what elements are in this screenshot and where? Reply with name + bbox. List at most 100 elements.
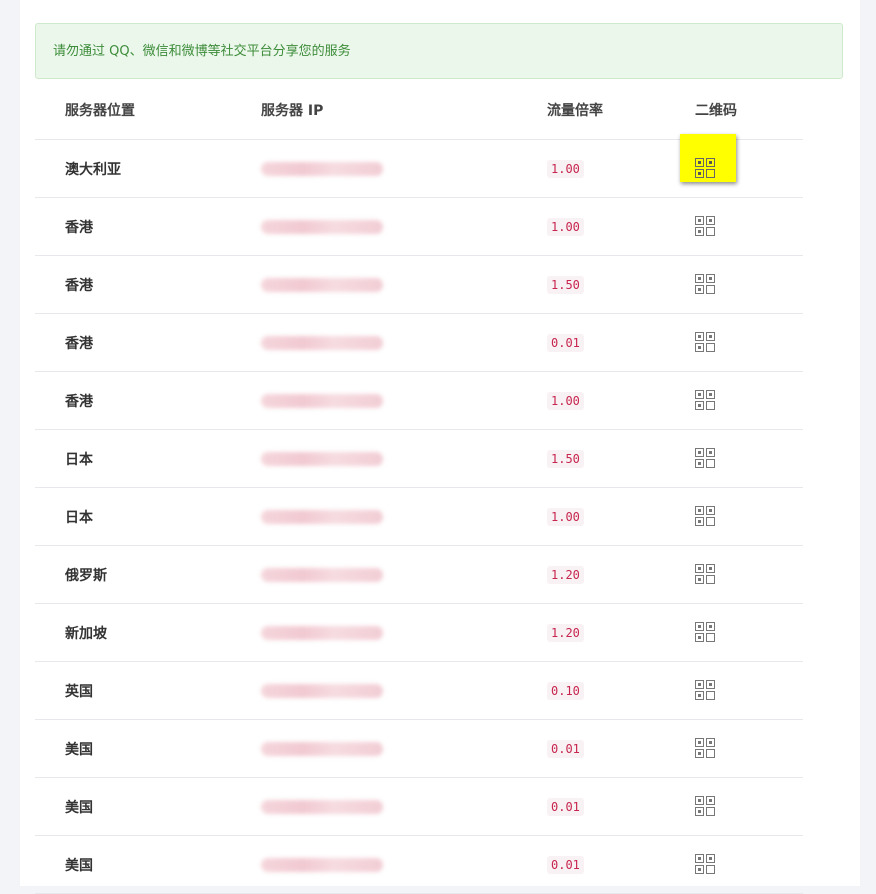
qrcode-icon: [695, 853, 717, 876]
qr-button[interactable]: [695, 621, 717, 644]
server-ip-redacted: [261, 451, 383, 466]
server-ip-redacted: [261, 625, 383, 640]
traffic-rate-cell: 1.00: [547, 372, 584, 429]
qr-button[interactable]: [695, 737, 717, 760]
qr-button[interactable]: [695, 505, 717, 528]
traffic-rate: 0.01: [547, 797, 584, 816]
server-ip-redacted: [261, 857, 383, 872]
qr-cell: [695, 256, 717, 313]
traffic-rate-cell: 1.20: [547, 604, 584, 661]
traffic-rate-cell: 1.00: [547, 140, 584, 197]
qrcode-icon: [695, 679, 717, 702]
qr-cell: [695, 488, 717, 545]
server-location: 香港: [65, 277, 93, 294]
traffic-rate: 0.01: [547, 855, 584, 874]
qrcode-icon: [695, 215, 717, 238]
server-location: 香港: [65, 219, 93, 236]
server-location: 澳大利亚: [65, 161, 121, 178]
traffic-rate-cell: 1.00: [547, 198, 584, 255]
traffic-rate: 1.00: [547, 217, 584, 236]
server-ip-redacted: [261, 393, 383, 408]
table-row: 香港 1.00: [35, 372, 803, 430]
qr-cell: [695, 198, 717, 255]
server-ip-redacted: [261, 567, 383, 582]
traffic-rate: 0.01: [547, 333, 584, 352]
server-ip: [261, 430, 383, 487]
qr-cell: [695, 720, 717, 777]
server-ip: [261, 372, 383, 429]
server-table: 服务器位置 服务器 IP 流量倍率 二维码 澳大利亚 1.00 香港 1.00 香港 1.…: [35, 80, 803, 894]
traffic-rate: 1.00: [547, 507, 584, 526]
qrcode-icon: [695, 563, 717, 586]
qr-button[interactable]: [695, 795, 717, 818]
server-location: 美国: [65, 799, 93, 816]
server-ip: [261, 836, 383, 893]
qr-cell: [695, 546, 717, 603]
qrcode-icon: [695, 795, 717, 818]
table-row: 香港 0.01: [35, 314, 803, 372]
server-ip: [261, 314, 383, 371]
server-ip: [261, 662, 383, 719]
server-ip-redacted: [261, 683, 383, 698]
table-row: 俄罗斯 1.20: [35, 546, 803, 604]
qr-button[interactable]: [680, 133, 736, 182]
qr-cell: [695, 430, 717, 487]
server-ip-redacted: [261, 219, 383, 234]
qr-button[interactable]: [695, 563, 717, 586]
traffic-rate-cell: 0.01: [547, 778, 584, 835]
traffic-rate: 1.50: [547, 449, 584, 468]
server-location: 香港: [65, 335, 93, 352]
server-ip: [261, 198, 383, 255]
qr-button[interactable]: [695, 447, 717, 470]
traffic-rate-cell: 0.01: [547, 720, 584, 777]
qr-cell: [695, 778, 717, 835]
server-ip: [261, 140, 383, 197]
table-row: 香港 1.00: [35, 198, 803, 256]
server-ip: [261, 256, 383, 313]
server-ip-redacted: [261, 509, 383, 524]
server-location: 俄罗斯: [65, 567, 107, 584]
table-row: 澳大利亚 1.00: [35, 133, 803, 198]
server-ip-redacted: [261, 277, 383, 292]
traffic-rate: 1.50: [547, 275, 584, 294]
server-ip-redacted: [261, 799, 383, 814]
server-ip: [261, 778, 383, 835]
table-body: 澳大利亚 1.00 香港 1.00 香港 1.50 香港 0.01 香港 1.00 日本 1.50 日本…: [35, 133, 803, 894]
traffic-rate: 0.01: [547, 739, 584, 758]
column-header-ip: 服务器 IP: [261, 102, 324, 119]
table-row: 日本 1.50: [35, 430, 803, 488]
share-warning-notice: 请勿通过 QQ、微信和微博等社交平台分享您的服务: [35, 23, 843, 79]
server-ip: [261, 488, 383, 545]
server-ip-redacted: [261, 161, 383, 176]
qrcode-icon: [695, 505, 717, 528]
server-location: 日本: [65, 509, 93, 526]
traffic-rate-cell: 1.20: [547, 546, 584, 603]
traffic-rate: 0.10: [547, 681, 584, 700]
server-list-card: 请勿通过 QQ、微信和微博等社交平台分享您的服务 服务器位置 服务器 IP 流量…: [20, 0, 860, 894]
traffic-rate: 1.00: [547, 159, 584, 178]
server-location: 香港: [65, 393, 93, 410]
traffic-rate: 1.20: [547, 565, 584, 584]
traffic-rate: 1.20: [547, 623, 584, 642]
server-location: 美国: [65, 857, 93, 874]
qr-button[interactable]: [695, 389, 717, 412]
qr-cell: [695, 662, 717, 719]
qr-cell: [680, 133, 736, 197]
qr-button[interactable]: [695, 215, 717, 238]
table-header: 服务器位置 服务器 IP 流量倍率 二维码: [35, 80, 803, 140]
traffic-rate-cell: 0.01: [547, 836, 584, 893]
table-row: 新加坡 1.20: [35, 604, 803, 662]
qr-cell: [695, 836, 717, 893]
table-row: 美国 0.01: [35, 720, 803, 778]
traffic-rate-cell: 1.00: [547, 488, 584, 545]
server-location: 英国: [65, 683, 93, 700]
traffic-rate-cell: 1.50: [547, 430, 584, 487]
traffic-rate: 1.00: [547, 391, 584, 410]
qr-button[interactable]: [695, 853, 717, 876]
qr-button[interactable]: [695, 679, 717, 702]
server-location: 日本: [65, 451, 93, 468]
qr-button[interactable]: [695, 273, 717, 296]
table-row: 英国 0.10: [35, 662, 803, 720]
qr-button[interactable]: [695, 331, 717, 354]
server-ip-redacted: [261, 741, 383, 756]
